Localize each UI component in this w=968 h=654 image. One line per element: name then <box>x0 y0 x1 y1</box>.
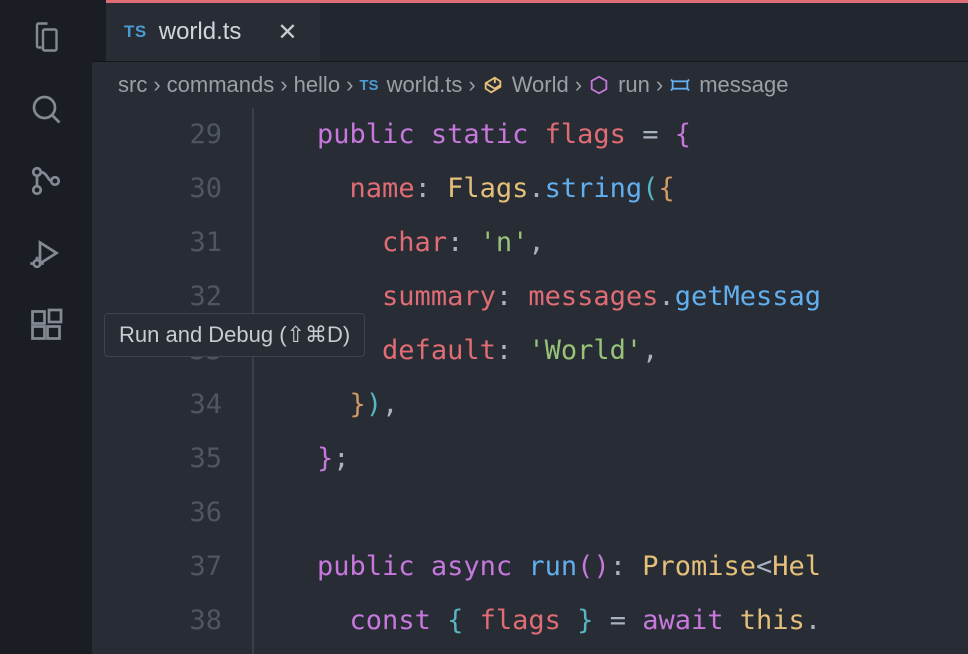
breadcrumb-item[interactable]: run <box>588 72 650 98</box>
chevron-right-icon: › <box>575 72 582 98</box>
chevron-right-icon: › <box>280 72 287 98</box>
breadcrumb[interactable]: src›commands›hello›TSworld.ts›World›run›… <box>92 62 968 108</box>
breadcrumb-label: hello <box>294 72 340 98</box>
code-line[interactable]: const { flags } = await this. <box>252 594 968 648</box>
breadcrumb-item[interactable]: commands <box>167 72 275 98</box>
code-content[interactable]: public static flags = { name: Flags.stri… <box>252 108 968 648</box>
code-line[interactable] <box>252 486 968 540</box>
chevron-right-icon: › <box>656 72 663 98</box>
tab-world-ts[interactable]: TS world.ts ✕ <box>106 3 320 61</box>
tab-bar: TS world.ts ✕ <box>92 0 968 62</box>
breadcrumb-label: src <box>118 72 147 98</box>
line-number: 36 <box>92 486 222 540</box>
breadcrumb-label: world.ts <box>387 72 463 98</box>
code-line[interactable]: char: 'n', <box>252 216 968 270</box>
line-number: 34 <box>92 378 222 432</box>
typescript-badge-icon: TS <box>124 22 147 42</box>
close-tab-icon[interactable]: ✕ <box>277 18 297 47</box>
line-number: 30 <box>92 162 222 216</box>
breadcrumb-item[interactable]: TSworld.ts <box>359 72 462 98</box>
breadcrumb-label: World <box>512 72 569 98</box>
code-line[interactable]: public static flags = { <box>252 108 968 162</box>
breadcrumb-label: message <box>699 72 788 98</box>
source-control-icon[interactable] <box>27 162 65 200</box>
line-number: 37 <box>92 540 222 594</box>
activity-bar <box>0 0 92 654</box>
run-and-debug-tooltip: Run and Debug (⇧⌘D) <box>104 313 365 357</box>
breadcrumb-item[interactable]: message <box>669 72 788 98</box>
line-number: 31 <box>92 216 222 270</box>
breadcrumb-item[interactable]: src <box>118 72 147 98</box>
run-and-debug-icon[interactable] <box>27 234 65 272</box>
line-number-gutter: 29303132333435363738 <box>92 108 252 654</box>
code-line[interactable]: name: Flags.string({ <box>252 162 968 216</box>
code-line[interactable]: public async run(): Promise<Hel <box>252 540 968 594</box>
code-line[interactable]: }), <box>252 378 968 432</box>
breadcrumb-label: run <box>618 72 650 98</box>
extensions-icon[interactable] <box>27 306 65 344</box>
code-editor[interactable]: 29303132333435363738 public static flags… <box>92 108 968 654</box>
line-number: 29 <box>92 108 222 162</box>
search-icon[interactable] <box>27 90 65 128</box>
breadcrumb-item[interactable]: World <box>482 72 569 98</box>
tab-title: world.ts <box>159 18 242 46</box>
chevron-right-icon: › <box>468 72 475 98</box>
breadcrumb-label: commands <box>167 72 275 98</box>
breadcrumb-item[interactable]: hello <box>294 72 340 98</box>
line-number: 38 <box>92 594 222 648</box>
chevron-right-icon: › <box>153 72 160 98</box>
chevron-right-icon: › <box>346 72 353 98</box>
code-line[interactable]: }; <box>252 432 968 486</box>
explorer-icon[interactable] <box>27 18 65 56</box>
line-number: 35 <box>92 432 222 486</box>
